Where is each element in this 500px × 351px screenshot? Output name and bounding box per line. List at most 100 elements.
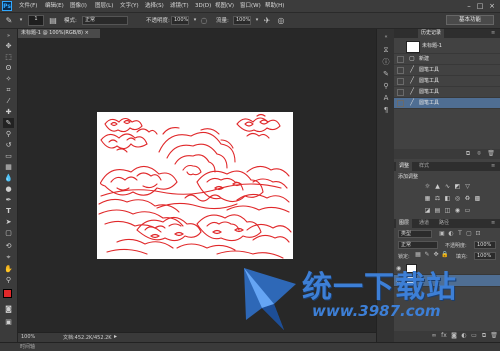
- history-item-selected[interactable]: ╱ 圆笔工具: [394, 98, 500, 109]
- color-balance-icon[interactable]: ⚖: [434, 195, 441, 202]
- document-canvas[interactable]: [97, 112, 293, 259]
- minimize-button[interactable]: –: [464, 2, 474, 10]
- flow-arrow-icon[interactable]: ▾: [252, 15, 262, 26]
- history-item[interactable]: ╱ 圆笔工具: [394, 65, 500, 76]
- hue-saturation-icon[interactable]: ▦: [424, 195, 431, 202]
- opacity-field[interactable]: 100%: [171, 16, 189, 25]
- mode-select[interactable]: 正常: [82, 16, 128, 25]
- photo-filter-icon[interactable]: ◎: [454, 195, 461, 202]
- history-checkbox[interactable]: [397, 100, 404, 107]
- marquee-tool-icon[interactable]: ⬚: [3, 52, 14, 62]
- character-panel-icon[interactable]: A: [381, 93, 391, 103]
- move-tool-icon[interactable]: ✥: [3, 41, 14, 51]
- lock-transparency-icon[interactable]: ▦: [414, 251, 422, 259]
- filter-adjust-icon[interactable]: ◐: [447, 230, 455, 238]
- close-button[interactable]: ×: [487, 2, 497, 10]
- menu-file[interactable]: 文件(F): [19, 0, 37, 12]
- healing-tool-icon[interactable]: ✚: [3, 107, 14, 117]
- type-tool-icon[interactable]: T: [3, 206, 14, 216]
- pressure-opacity-icon[interactable]: ◌: [199, 15, 209, 26]
- brush-preset-picker[interactable]: 1: [28, 15, 44, 26]
- history-item[interactable]: ╱ 圆笔工具: [394, 76, 500, 87]
- eyedropper-tool-icon[interactable]: ⁄: [3, 96, 14, 106]
- brush-tool-icon[interactable]: ✎: [4, 15, 14, 26]
- document-tab[interactable]: 未标题-1 @ 100%(RGB/8) ×: [18, 29, 100, 38]
- hand-tool-icon[interactable]: ✋: [3, 264, 14, 274]
- zoom-level[interactable]: 100%: [21, 334, 35, 340]
- threshold-icon[interactable]: ◫: [444, 207, 451, 214]
- history-item[interactable]: ╱ 圆笔工具: [394, 87, 500, 98]
- quick-mask-icon[interactable]: ◙: [3, 304, 14, 314]
- quick-select-tool-icon[interactable]: ✧: [3, 74, 14, 84]
- path-select-tool-icon[interactable]: ➤: [3, 217, 14, 227]
- 3d-rotate-tool-icon[interactable]: ⟲: [3, 241, 14, 251]
- menu-view[interactable]: 视图(V): [215, 0, 234, 12]
- snapshot-camera-icon[interactable]: ⌾: [475, 150, 483, 158]
- trash-icon[interactable]: 🗑: [487, 150, 495, 158]
- tab-styles[interactable]: 样式: [416, 162, 432, 171]
- history-brush-tool-icon[interactable]: ↺: [3, 140, 14, 150]
- menu-help[interactable]: 帮助(H): [265, 0, 284, 12]
- menu-3d[interactable]: 3D(D): [195, 0, 211, 12]
- flow-field[interactable]: 100%: [233, 16, 251, 25]
- gradient-map-icon[interactable]: ▭: [464, 207, 471, 214]
- properties-panel-icon[interactable]: ⓘ: [381, 57, 391, 67]
- history-item[interactable]: ▢ 新建: [394, 54, 500, 65]
- vibrance-icon[interactable]: ▽: [464, 183, 471, 190]
- lock-all-icon[interactable]: 🔒: [441, 251, 449, 259]
- brush-tool-icon[interactable]: ✎: [3, 118, 14, 128]
- menu-filter[interactable]: 滤镜(T): [170, 0, 189, 12]
- dodge-tool-icon[interactable]: ●: [3, 184, 14, 194]
- filter-pixel-icon[interactable]: ▣: [438, 230, 446, 238]
- blur-tool-icon[interactable]: 💧: [3, 173, 14, 183]
- invert-icon[interactable]: ◪: [424, 207, 431, 214]
- status-arrow-icon[interactable]: ▸: [114, 333, 117, 340]
- screen-mode-icon[interactable]: ▣: [3, 317, 14, 327]
- brush-panel-icon[interactable]: ✎: [381, 69, 391, 79]
- blend-mode-select[interactable]: 正常: [398, 241, 438, 249]
- new-document-from-state-icon[interactable]: ⧉: [464, 150, 472, 158]
- crop-tool-icon[interactable]: ⌗: [3, 85, 14, 95]
- clone-stamp-tool-icon[interactable]: ⚲: [3, 129, 14, 139]
- tab-history[interactable]: 历史记录: [418, 29, 445, 38]
- filter-shape-icon[interactable]: ▢: [465, 230, 473, 238]
- lock-position-icon[interactable]: ✥: [432, 251, 440, 259]
- zoom-tool-icon[interactable]: ⚲: [3, 275, 14, 285]
- foreground-color-swatch[interactable]: [3, 289, 12, 298]
- panel-menu-icon[interactable]: ≡: [488, 29, 498, 38]
- levels-icon[interactable]: ▲: [434, 183, 441, 190]
- history-checkbox[interactable]: [397, 78, 404, 85]
- history-checkbox[interactable]: [397, 56, 404, 63]
- brush-panel-icon[interactable]: ▤: [48, 15, 58, 26]
- workspace-button[interactable]: 基本功能: [446, 15, 494, 25]
- posterize-icon[interactable]: ▤: [434, 207, 441, 214]
- channel-mixer-icon[interactable]: ♻: [464, 195, 471, 202]
- lasso-tool-icon[interactable]: ʘ: [3, 63, 14, 73]
- panel-menu-icon[interactable]: ≡: [488, 219, 498, 228]
- history-checkbox[interactable]: [397, 89, 404, 96]
- pen-tool-icon[interactable]: ✒: [3, 195, 14, 205]
- history-panel-icon[interactable]: ⧖: [381, 45, 391, 55]
- menu-image[interactable]: 图像(I): [70, 0, 87, 12]
- 3d-camera-tool-icon[interactable]: ⌖: [3, 252, 14, 262]
- menu-window[interactable]: 窗口(W): [240, 0, 261, 12]
- pressure-size-icon[interactable]: ◎: [276, 15, 286, 26]
- collapse-icon[interactable]: »: [3, 31, 14, 41]
- clone-source-icon[interactable]: ⚲: [381, 81, 391, 91]
- paragraph-panel-icon[interactable]: ¶: [381, 105, 391, 115]
- menu-type[interactable]: 文字(Y): [120, 0, 139, 12]
- filter-smart-icon[interactable]: ⊡: [474, 230, 482, 238]
- expand-panels-icon[interactable]: «: [381, 32, 391, 42]
- exposure-icon[interactable]: ◩: [454, 183, 461, 190]
- tab-layers[interactable]: 图层: [396, 219, 413, 228]
- menu-select[interactable]: 选择(S): [145, 0, 164, 12]
- black-white-icon[interactable]: ◧: [444, 195, 451, 202]
- brightness-icon[interactable]: ☼: [424, 183, 431, 190]
- history-checkbox[interactable]: [397, 67, 404, 74]
- panel-menu-icon[interactable]: ≡: [488, 162, 498, 171]
- tab-adjustments[interactable]: 调整: [396, 162, 413, 171]
- fill-field[interactable]: 100%: [474, 252, 496, 260]
- tab-paths[interactable]: 路径: [436, 219, 452, 228]
- layer-opacity-field[interactable]: 100%: [474, 241, 496, 249]
- shape-tool-icon[interactable]: ▢: [3, 228, 14, 238]
